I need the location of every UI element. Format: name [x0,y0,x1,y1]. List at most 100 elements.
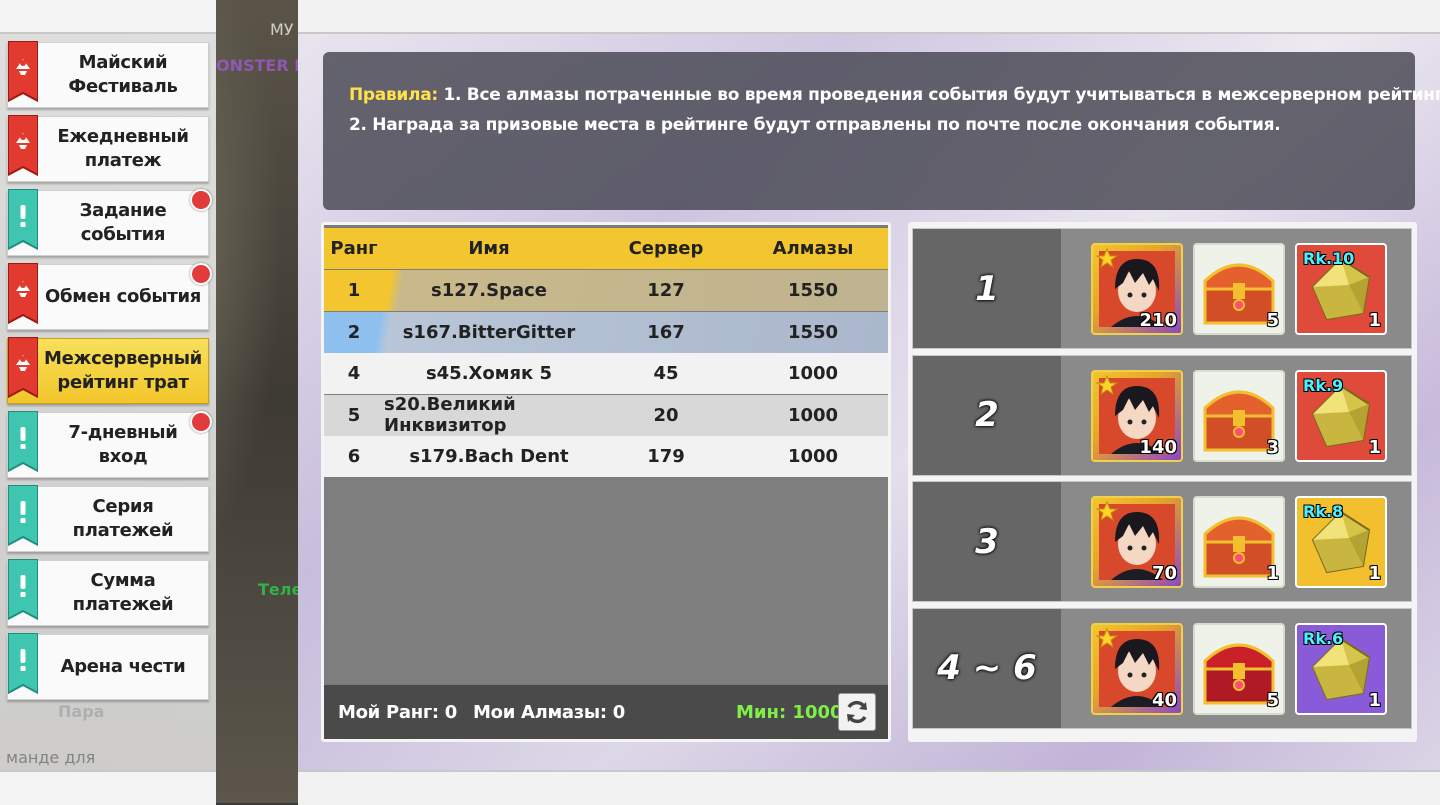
my-stats: Мой Ранг: 0 Мои Алмазы: 0 [338,685,625,739]
cell-server: 127 [647,280,685,301]
notification-dot-icon [190,263,212,285]
sidebar-top-bar [0,0,216,34]
hero-count: 70 [1151,563,1177,584]
cell-server: 45 [653,363,679,384]
ranking-footer: Мой Ранг: 0 Мои Алмазы: 0 Мин: 1000 [324,685,888,739]
hero-count: 210 [1139,310,1177,331]
cell-rank: 5 [347,404,361,426]
cell-rank: 6 [347,446,361,467]
flame-flag-icon [8,115,38,181]
main-bottom-bar [298,770,1440,805]
reward-row: 1 210 5 Rk.10 1 [912,228,1412,349]
sidebar-item-3[interactable]: Обмен события [7,263,212,330]
reward-rank-label: 4 ~ 6 [913,608,1061,728]
hero-count: 140 [1139,436,1177,458]
rules-line-1: Правила: 1. Все алмазы потраченные во вр… [349,80,1440,110]
cell-diamonds: 1550 [787,280,839,301]
header-diamonds: Алмазы [772,238,854,259]
exclamation-flag-icon [8,485,38,551]
ranking-header: Ранг Имя Сервер Алмазы [324,228,888,269]
chest-count: 5 [1266,689,1279,711]
sidebar-item-label: Майский Фестиваль [68,52,178,97]
bg-text-para: Пара [58,702,105,721]
reward-rank-label: 3 [913,482,1061,601]
sidebar-item-label: Межсерверный рейтинг трат [43,348,202,393]
cell-name: s45.Хомяк 5 [425,363,553,384]
hero-shard-item[interactable]: 210 [1091,243,1183,335]
cell-rank: 2 [347,321,361,343]
gem-item[interactable]: Rk.6 1 [1295,622,1387,715]
sidebar-item-label: Задание события [79,200,167,245]
gem-rank-label: Rk.6 [1303,628,1344,648]
cell-diamonds: 1550 [787,321,839,343]
gem-count: 1 [1368,563,1381,584]
sidebar-item-4[interactable]: Межсерверный рейтинг трат [7,337,209,404]
rules-line-2: 2. Награда за призовые места в рейтинге … [349,115,1281,135]
sidebar-item-label: Арена чести [60,656,186,677]
cell-diamonds: 1000 [787,404,839,426]
gem-rank-label: Rk.8 [1303,502,1344,521]
hero-shard-item[interactable]: 40 [1091,622,1183,715]
header-server: Сервер [628,238,704,259]
gem-item[interactable]: Rk.10 1 [1295,243,1387,335]
exclamation-flag-icon [8,189,38,255]
sidebar-item-0[interactable]: Майский Фестиваль [7,41,209,108]
chest-item[interactable]: 5 [1193,622,1285,715]
sidebar-item-label: Сумма платежей [72,570,174,615]
header-rank: Ранг [330,238,378,259]
chest-count: 5 [1266,310,1279,331]
chest-item[interactable]: 3 [1193,369,1285,462]
notification-dot-icon [190,411,212,433]
table-row: 5 s20.Великий Инквизитор 20 1000 [324,394,888,436]
main-top-bar [298,0,1440,34]
sidebar-item-7[interactable]: Сумма платежей [7,559,209,626]
hero-shard-item[interactable]: 70 [1091,496,1183,588]
my-rank: Мой Ранг: 0 [338,701,458,723]
rules-text-1: 1. Все алмазы потраченные во время прове… [437,85,1440,105]
reward-row: 2 140 3 Rk.9 1 [912,354,1412,476]
rules-label: Правила: [349,85,438,105]
gem-item[interactable]: Rk.9 1 [1295,369,1387,462]
sidebar-item-8[interactable]: Арена чести [7,633,209,700]
sidebar-item-1[interactable]: Ежедневный платеж [7,115,209,182]
table-row: 2 s167.BitterGitter 167 1550 [324,311,888,353]
gem-count: 1 [1368,436,1381,458]
ranking-panel: Ранг Имя Сервер Алмазы 1 s127.Space 127 155… [321,222,891,742]
cell-name: s127.Space [431,280,547,301]
gem-item[interactable]: Rk.8 1 [1295,496,1387,588]
chest-item[interactable]: 5 [1193,243,1285,335]
sidebar-item-label: Серия платежей [72,496,174,541]
sidebar-item-6[interactable]: Серия платежей [7,485,209,552]
reward-row: 3 70 1 Rk.8 1 [912,481,1412,602]
cell-diamonds: 1000 [787,446,839,467]
cell-name: s167.BitterGitter [402,321,576,343]
sidebar-bottom-bar [0,770,216,805]
sidebar-item-5[interactable]: 7-дневный вход [7,411,212,478]
bg-text-command: манде для [6,748,96,767]
cell-name: s179.Bach Dent [409,446,569,467]
sidebar-item-label: Ежедневный платеж [57,126,189,171]
header-name: Имя [468,238,510,259]
sidebar-item-2[interactable]: Задание события [7,189,212,256]
notification-dot-icon [190,189,212,211]
chest-item[interactable]: 1 [1193,496,1285,588]
exclamation-flag-icon [8,411,38,477]
reward-rank-label: 2 [913,355,1061,475]
rewards-panel: 1 210 5 Rk.10 1 2 140 3 Rk.9 1 3 70 1 Rk.8 1 4 ~ 6 40 5 Rk… [908,222,1417,742]
bg-text-monster: ONSTER H [216,56,308,75]
bg-text-top: МУ [270,20,294,39]
sidebar-item-label: Обмен события [44,286,202,307]
refresh-button[interactable] [838,693,876,731]
cell-rank: 4 [347,363,361,384]
table-row: 1 s127.Space 127 1550 [324,270,888,311]
cell-name: s20.Великий Инквизитор [384,394,516,436]
chest-count: 3 [1266,436,1279,458]
hero-shard-item[interactable]: 140 [1091,369,1183,462]
gem-rank-label: Rk.9 [1303,375,1344,395]
refresh-icon [847,700,867,724]
cell-rank: 1 [347,280,361,301]
my-diamonds: Мои Алмазы: 0 [473,701,625,723]
cell-diamonds: 1000 [787,363,839,384]
exclamation-flag-icon [8,559,38,625]
flame-flag-icon [8,41,38,107]
